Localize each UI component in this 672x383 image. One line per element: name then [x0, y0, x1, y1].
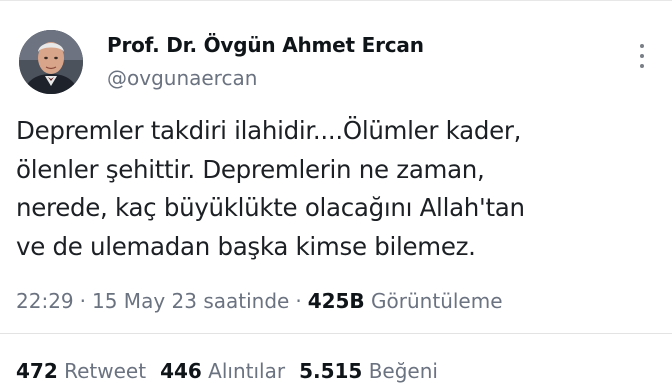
avatar[interactable]	[19, 30, 83, 94]
quotes-label: Alıntılar	[208, 359, 286, 383]
more-options-icon[interactable]	[632, 42, 652, 70]
meta-separator: ·	[79, 289, 86, 313]
stats-divider	[0, 333, 672, 334]
more-dot	[640, 54, 644, 58]
retweets-stat[interactable]: 472 Retweet	[16, 359, 146, 383]
views-count: 425B	[307, 289, 365, 313]
meta-separator: ·	[295, 289, 302, 313]
avatar-image	[19, 30, 83, 94]
tweet-date[interactable]: 15 May 23 saatinde	[92, 289, 289, 313]
more-dot	[640, 44, 644, 48]
likes-count: 5.515	[299, 359, 363, 383]
tweet-meta: 22:29 · 15 May 23 saatinde · 425B Görüntülem…	[16, 289, 503, 313]
author-handle[interactable]: @ovgunaercan	[107, 66, 257, 90]
quotes-count: 446	[160, 359, 202, 383]
retweets-label: Retweet	[64, 359, 147, 383]
likes-label: Beğeni	[368, 359, 438, 383]
quotes-stat[interactable]: 446 Alıntılar	[160, 359, 285, 383]
tweet-stats: 472 Retweet 446 Alıntılar 5.515 Beğeni	[16, 359, 438, 383]
likes-stat[interactable]: 5.515 Beğeni	[299, 359, 438, 383]
tweet-time[interactable]: 22:29	[16, 289, 74, 313]
tweet-text: Depremler takdiri ilahidir....Ölümler ka…	[16, 116, 525, 261]
more-dot	[640, 64, 644, 68]
author-name[interactable]: Prof. Dr. Övgün Ahmet Ercan	[107, 33, 424, 57]
retweets-count: 472	[16, 359, 58, 383]
views-label: Görüntüleme	[371, 289, 503, 313]
top-divider	[0, 0, 672, 1]
